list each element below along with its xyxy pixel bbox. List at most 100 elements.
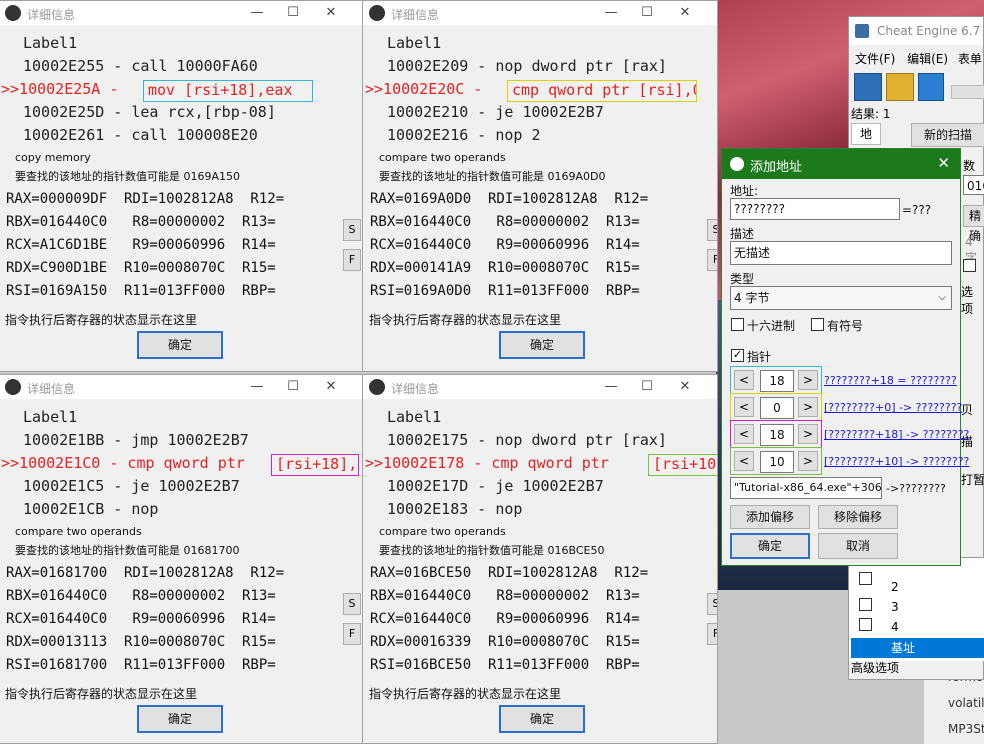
- maximize-icon[interactable]: ☐: [281, 3, 305, 23]
- cheat-engine-icon: [5, 5, 21, 21]
- ce-titlebar: Cheat Engine 6.7: [849, 17, 983, 45]
- close-icon[interactable]: ✕: [673, 377, 697, 397]
- ok-button[interactable]: 确定: [499, 705, 585, 733]
- window-titlebar: 详细信息 — ☐ ✕: [0, 375, 363, 399]
- offset-increment-button[interactable]: >: [798, 451, 818, 471]
- ok-button[interactable]: 确定: [730, 533, 810, 559]
- disasm-line: Label1: [23, 408, 78, 426]
- address-tab[interactable]: 地: [851, 123, 881, 145]
- close-icon[interactable]: ✕: [319, 3, 343, 23]
- option-checkbox[interactable]: [963, 259, 976, 272]
- minimize-icon[interactable]: —: [599, 377, 623, 397]
- ce-label: 贝: [961, 403, 974, 417]
- new-scan-button[interactable]: 新的扫描: [911, 123, 984, 147]
- f-button[interactable]: F: [707, 623, 717, 645]
- offset-result-link[interactable]: [????????+0] -> ????????: [824, 401, 962, 414]
- maximize-icon[interactable]: ☐: [635, 377, 659, 397]
- ok-button[interactable]: 确定: [137, 331, 223, 359]
- base-address-result: ->????????: [886, 482, 946, 495]
- signed-checkbox[interactable]: [811, 318, 824, 331]
- details-window: 详细信息 — ☐ ✕ Label1 10002E255 - call 10000FA60 >…: [0, 0, 364, 372]
- disasm-line: 10002E1C5 - je 10002E2B7: [23, 477, 240, 495]
- offset-input[interactable]: 18: [760, 424, 794, 446]
- selected-list-item[interactable]: 基址: [851, 638, 984, 658]
- active-checkbox[interactable]: [859, 618, 872, 631]
- instruction-comment: compare two operands: [379, 151, 506, 164]
- ok-button[interactable]: 确定: [499, 331, 585, 359]
- cancel-button[interactable]: 取消: [818, 533, 898, 559]
- s-button[interactable]: S: [707, 219, 717, 241]
- offset-result-link[interactable]: [????????+18] -> ????????: [824, 428, 969, 441]
- instruction-comment: compare two operands: [15, 525, 142, 538]
- offset-decrement-button[interactable]: <: [734, 370, 754, 390]
- offset-decrement-button[interactable]: <: [734, 424, 754, 444]
- offset-input[interactable]: 18: [760, 370, 794, 392]
- menu-table[interactable]: 表单: [958, 52, 982, 66]
- f-button[interactable]: F: [343, 623, 361, 645]
- base-address-input[interactable]: "Tutorial-x86_64.exe"+306: [730, 477, 882, 499]
- register-row: RBX=016440C0 R8=00000002 R13=: [6, 588, 276, 604]
- active-checkbox[interactable]: [859, 572, 872, 585]
- offset-input[interactable]: 0: [760, 397, 794, 419]
- hex-checkbox[interactable]: [731, 318, 744, 331]
- minimize-icon[interactable]: —: [599, 3, 623, 23]
- remove-offset-button[interactable]: 移除偏移: [818, 505, 898, 529]
- register-row: RDX=00016339 R10=0008070C R15=: [370, 634, 640, 650]
- offset-decrement-button[interactable]: <: [734, 397, 754, 417]
- register-row: RCX=016440C0 R9=00060996 R14=: [370, 611, 640, 627]
- status-text: 指令执行后寄存器的状态显示在这里: [5, 313, 198, 327]
- offset-increment-button[interactable]: >: [798, 424, 818, 444]
- offset-decrement-button[interactable]: <: [734, 451, 754, 471]
- s-button[interactable]: S: [343, 219, 361, 241]
- pointer-checkbox[interactable]: ✓: [731, 349, 744, 362]
- disasm-line: >>10002E25A -: [1, 80, 128, 98]
- address-list[interactable]: 2 3 4 基址: [849, 557, 984, 661]
- minimize-icon[interactable]: —: [245, 377, 269, 397]
- close-icon[interactable]: ✕: [937, 154, 950, 172]
- window-title: 详细信息: [391, 382, 440, 396]
- address-input[interactable]: ????????: [730, 198, 900, 220]
- value-input[interactable]: 016: [963, 175, 984, 195]
- close-icon[interactable]: ✕: [319, 377, 343, 397]
- menu-edit[interactable]: 编辑(E): [907, 52, 948, 66]
- add-offset-button[interactable]: 添加偏移: [730, 505, 810, 529]
- description-label: 描述: [730, 227, 755, 241]
- open-file-icon[interactable]: [886, 73, 914, 101]
- list-item[interactable]: 3: [891, 600, 899, 614]
- offset-increment-button[interactable]: >: [798, 397, 818, 417]
- window-title: 详细信息: [27, 8, 76, 22]
- ok-button[interactable]: 确定: [137, 705, 223, 733]
- offset-input[interactable]: 10: [760, 451, 794, 473]
- pointer-note: 要查找的该地址的指针数值可能是 016BCE50: [379, 544, 605, 557]
- type-value: 4 字节: [734, 291, 770, 305]
- offset-increment-button[interactable]: >: [798, 370, 818, 390]
- s-button[interactable]: S: [343, 593, 361, 615]
- address-label: 地址:: [730, 184, 759, 198]
- register-row: RAX=01681700 RDI=1002812A8 R12=: [6, 565, 285, 581]
- f-button[interactable]: F: [343, 249, 361, 271]
- advanced-options[interactable]: 高级选项: [851, 659, 899, 676]
- bg-text: volatili: [948, 696, 984, 710]
- offset-result-link[interactable]: [????????+10] -> ????????: [824, 455, 969, 468]
- save-icon[interactable]: [918, 73, 944, 101]
- register-row: RSI=0169A0D0 R11=013FF000 RBP=: [370, 283, 640, 299]
- offset-result-link[interactable]: ????????+18 = ????????: [824, 374, 957, 387]
- open-process-icon[interactable]: [854, 73, 882, 101]
- minimize-icon[interactable]: —: [245, 3, 269, 23]
- menu-file[interactable]: 文件(F): [855, 52, 895, 66]
- disasm-line: 10002E175 - nop dword ptr [rax]: [387, 431, 667, 449]
- description-input[interactable]: 无描述: [730, 241, 952, 265]
- s-button[interactable]: S: [707, 593, 717, 615]
- maximize-icon[interactable]: ☐: [635, 3, 659, 23]
- type-select[interactable]: 4 字节 ⌵: [730, 286, 952, 310]
- active-checkbox[interactable]: [859, 598, 872, 611]
- maximize-icon[interactable]: ☐: [281, 377, 305, 397]
- list-item[interactable]: 4: [891, 620, 899, 634]
- disasm-line: 10002E183 - nop: [387, 500, 523, 518]
- list-item[interactable]: 2: [891, 580, 899, 594]
- disasm-line: Label1: [387, 34, 442, 52]
- exact-select[interactable]: 精确: [963, 205, 984, 243]
- f-button[interactable]: F: [707, 249, 717, 271]
- add-dialog-title: 添加地址: [750, 160, 803, 175]
- close-icon[interactable]: ✕: [673, 3, 697, 23]
